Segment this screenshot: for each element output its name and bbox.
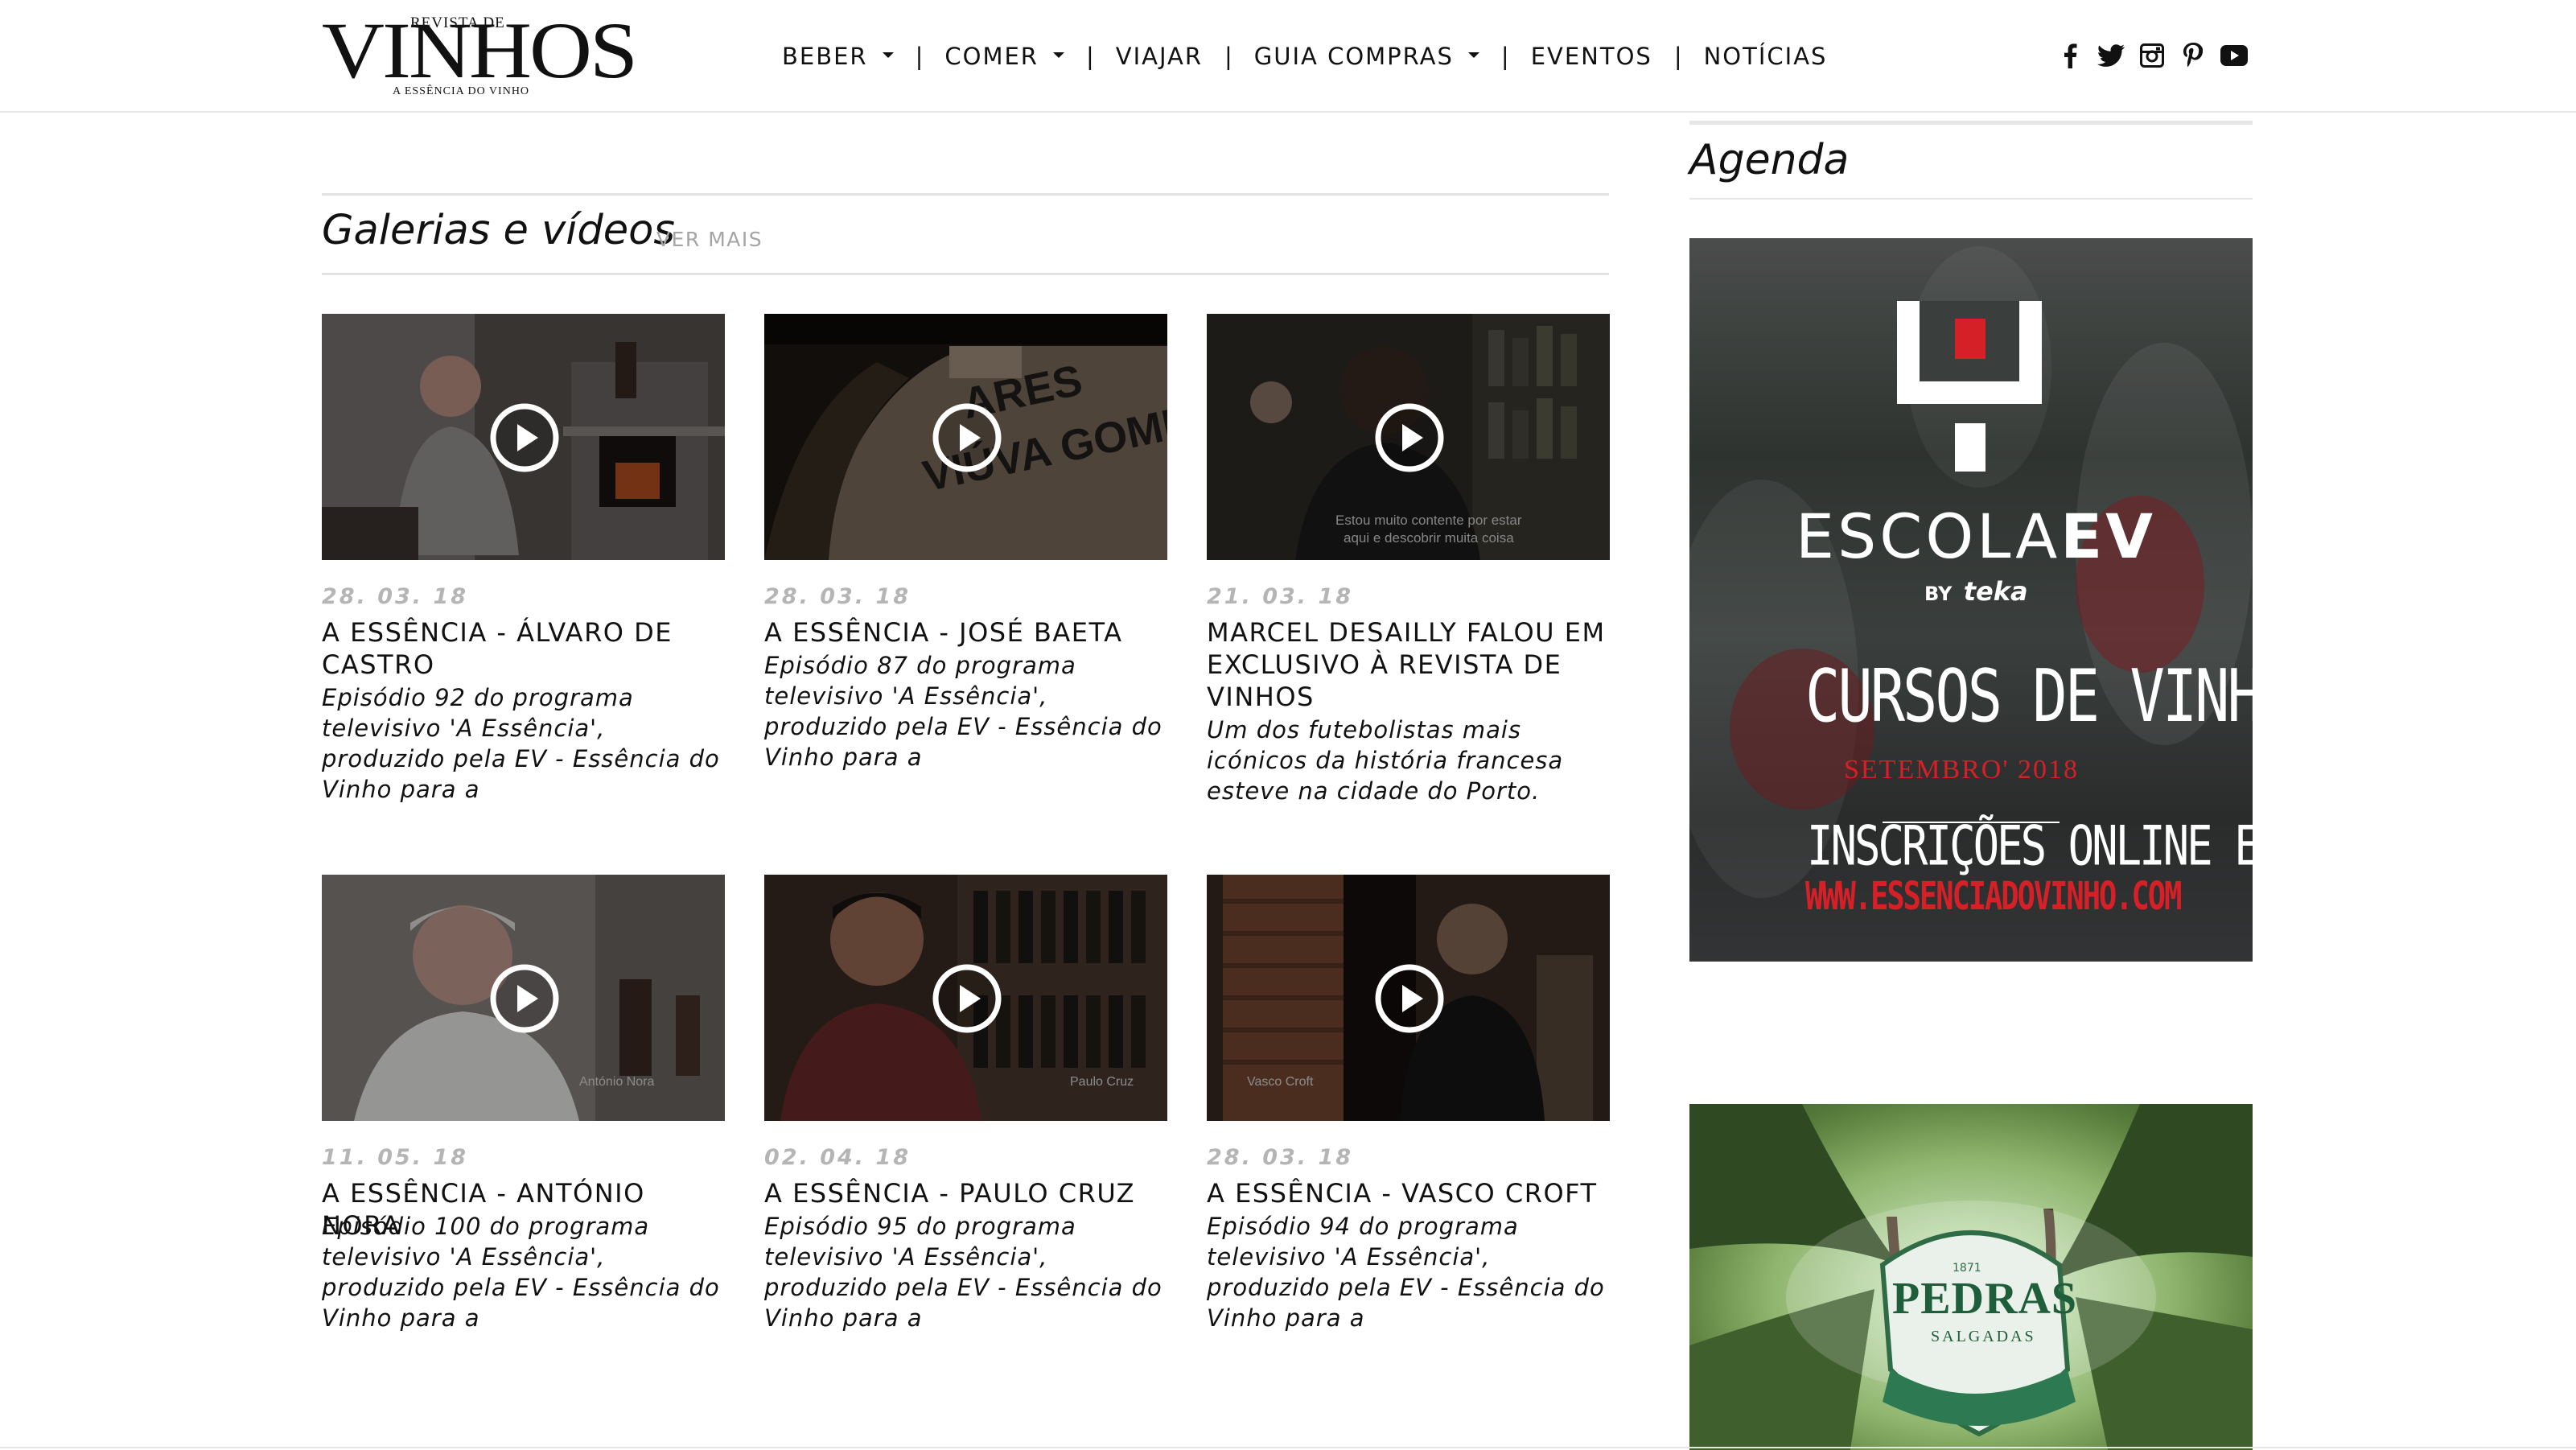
nav-item-eventos[interactable]: EVENTOS <box>1531 43 1652 70</box>
see-more-link[interactable]: VER MAIS <box>656 228 763 251</box>
agenda-title: Agenda <box>1689 136 1850 184</box>
escola-ev-ad-banner[interactable]: ESCOLAEV BY teka CURSOS DE VINHO SETEMBR… <box>1689 238 2253 962</box>
agenda-header: Agenda <box>1689 121 2253 200</box>
play-icon <box>1375 403 1444 472</box>
video-date: 28. 03. 18 <box>1207 1145 1354 1170</box>
nav-separator: | <box>1224 43 1232 70</box>
twitter-icon[interactable] <box>2097 42 2125 69</box>
video-date: 02. 04. 18 <box>764 1145 911 1170</box>
video-title[interactable]: A ESSÊNCIA - PAULO CRUZ <box>764 1177 1167 1209</box>
play-icon <box>490 964 559 1033</box>
nav-separator: | <box>1673 43 1682 70</box>
video-excerpt: Episódio 87 do programa televisivo 'A Es… <box>764 652 1162 771</box>
nav-label: COMER <box>944 43 1039 70</box>
nav-item-viajar[interactable]: VIAJAR <box>1116 43 1203 70</box>
video-date: 11. 05. 18 <box>322 1145 469 1170</box>
logo-top: REVISTA DE <box>410 14 505 31</box>
video-thumbnail[interactable]: ARES VIÚVA GOMES <box>764 314 1167 560</box>
video-excerpt: Episódio 100 do programa televisivo 'A E… <box>322 1213 720 1332</box>
ad-brand-bold: EV <box>2060 500 2156 572</box>
video-title[interactable]: A ESSÊNCIA - ÁLVARO DE CASTRO <box>322 616 725 681</box>
video-thumbnail[interactable]: António Nora <box>322 875 725 1121</box>
pinterest-icon[interactable] <box>2179 42 2207 69</box>
video-thumbnail[interactable]: Vasco Croft <box>1207 875 1610 1121</box>
ad-sub: SALGADAS <box>1931 1328 2036 1345</box>
play-icon <box>490 403 559 472</box>
youtube-icon[interactable] <box>2220 42 2248 69</box>
video-thumbnail[interactable] <box>322 314 725 560</box>
ad-brand: PEDRAS <box>1892 1274 2078 1324</box>
nav-item-beber[interactable]: BEBER <box>782 43 894 70</box>
facebook-icon[interactable] <box>2056 42 2084 69</box>
social-links <box>2056 42 2248 69</box>
ad-url: WWW.ESSENCIADOVINHO.COM <box>1805 874 2182 919</box>
video-excerpt: Episódio 95 do programa televisivo 'A Es… <box>764 1213 1162 1332</box>
video-title[interactable]: A ESSÊNCIA - VASCO CROFT <box>1207 1177 1610 1209</box>
video-title[interactable]: MARCEL DESAILLY FALOU EM EXCLUSIVO À REV… <box>1207 616 1610 713</box>
video-excerpt: Um dos futebolistas mais icónicos da his… <box>1207 716 1564 805</box>
ad-date: SETEMBRO' 2018 <box>1844 755 2079 785</box>
caret-down-icon <box>882 51 894 58</box>
ad-brand: ESCOLAEV <box>1796 500 2156 572</box>
video-excerpt: Episódio 92 do programa televisivo 'A Es… <box>322 684 720 803</box>
video-date: 28. 03. 18 <box>322 584 469 609</box>
pedras-salgadas-ad-banner[interactable]: 1871 PEDRAS SALGADAS <box>1689 1104 2253 1450</box>
play-icon <box>932 964 1002 1033</box>
caret-down-icon <box>1467 51 1479 58</box>
galleries-title: Galerias e vídeos <box>322 207 675 254</box>
play-icon <box>1375 964 1444 1033</box>
ad-by-label: BY <box>1924 583 1953 605</box>
site-logo[interactable]: VINHOS REVISTA DE A ESSÊNCIA DO VINHO <box>322 11 638 101</box>
video-title[interactable]: A ESSÊNCIA - JOSÉ BAETA <box>764 616 1167 649</box>
nav-label: BEBER <box>782 43 868 70</box>
instagram-icon[interactable] <box>2138 42 2166 69</box>
caret-down-icon <box>1052 51 1064 58</box>
video-excerpt: Episódio 94 do programa televisivo 'A Es… <box>1207 1213 1605 1332</box>
nav-item-noticias[interactable]: NOTÍCIAS <box>1704 43 1828 70</box>
video-date: 28. 03. 18 <box>764 584 911 609</box>
play-icon <box>932 403 1002 472</box>
logo-tagline: A ESSÊNCIA DO VINHO <box>393 85 530 97</box>
ad-headline: CURSOS DE VINHO <box>1805 653 2253 738</box>
nav-item-guia-compras[interactable]: GUIA COMPRAS <box>1254 43 1479 70</box>
teka-logo: teka <box>1963 576 2028 607</box>
ad-cta: INSCRIÇÕES ONLINE EM <box>1807 814 2253 878</box>
nav-label: GUIA COMPRAS <box>1253 43 1454 70</box>
nav-label: NOTÍCIAS <box>1703 43 1828 70</box>
nav-separator: | <box>915 43 924 70</box>
site-header: VINHOS REVISTA DE A ESSÊNCIA DO VINHO BE… <box>0 0 2576 113</box>
nav-item-comer[interactable]: COMER <box>944 43 1064 70</box>
ad-by: BY teka <box>1924 576 2028 607</box>
nav-separator: | <box>1085 43 1094 70</box>
page-bottom-rule <box>0 1447 2576 1448</box>
nav-separator: | <box>1500 43 1509 70</box>
ad-brand-light: ESCOLA <box>1796 500 2061 572</box>
nav-label: EVENTOS <box>1530 43 1652 70</box>
main-nav: BEBER | COMER | VIAJAR | GUIA COMPRAS | … <box>782 37 1827 76</box>
galleries-header: Galerias e vídeos VER MAIS <box>322 193 1609 275</box>
nav-label: VIAJAR <box>1115 43 1203 70</box>
video-thumbnail[interactable]: Estou muito contente por estar aqui e de… <box>1207 314 1610 560</box>
video-thumbnail[interactable]: Paulo Cruz <box>764 875 1167 1121</box>
video-date: 21. 03. 18 <box>1207 584 1354 609</box>
